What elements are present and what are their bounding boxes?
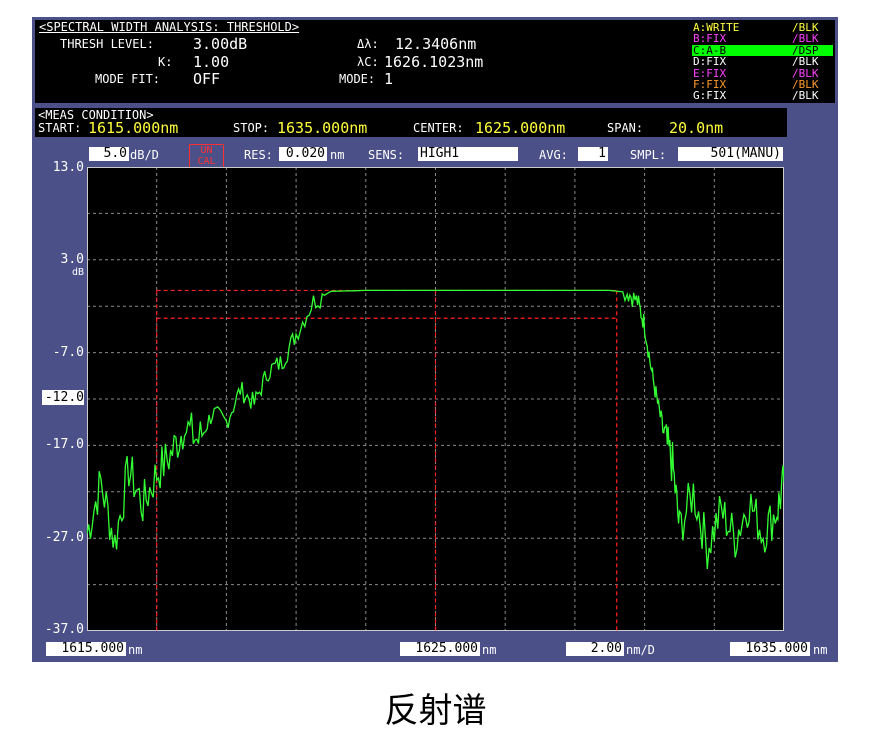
center-label: CENTER: [413, 121, 464, 135]
y-tick-minus7: -7.0 [52, 345, 84, 360]
trace-row[interactable]: E:FIX/BLK [692, 68, 833, 79]
res-unit: nm [330, 148, 345, 162]
k-label: K: [158, 55, 173, 69]
y-ref-level[interactable]: -12.0 [42, 390, 84, 405]
trace-state: /BLK [792, 55, 819, 69]
trace-row[interactable]: D:FIX/BLK [692, 56, 833, 67]
scale-unit: dB/D [130, 148, 159, 162]
mode-label: MODE: [339, 72, 376, 86]
center-value: 1625.000nm [475, 119, 566, 137]
mode-fit-value: OFF [193, 70, 221, 88]
trace-row[interactable]: B:FIX/BLK [692, 33, 833, 44]
spectrum-plot [87, 167, 784, 631]
y-tick-minus37: -37.0 [44, 622, 84, 637]
x-div-field[interactable]: 2.00 [566, 642, 624, 656]
x-center-unit: nm [482, 643, 497, 657]
k-value: 1.00 [193, 53, 230, 71]
span-label: SPAN: [607, 121, 644, 135]
uncal-line1: UN [200, 145, 213, 156]
trace-row[interactable]: A:WRITE/BLK [692, 22, 833, 33]
start-value: 1615.000nm [88, 119, 179, 137]
x-start-field[interactable]: 1615.000 [46, 642, 126, 656]
delta-lambda-value: 12.3406nm [395, 35, 477, 53]
mode-fit-label: MODE FIT: [95, 72, 161, 86]
x-stop-field[interactable]: 1635.000 [730, 642, 810, 656]
y-unit: dB [71, 267, 84, 278]
lambda-center-value: 1626.1023nm [384, 53, 484, 71]
sens-field[interactable]: HIGH1 [418, 147, 518, 161]
stop-label: STOP: [233, 121, 270, 135]
instrument-screen: <SPECTRAL WIDTH ANALYSIS: THRESHOLD> THR… [32, 17, 838, 662]
stop-value: 1635.000nm [277, 119, 368, 137]
y-tick-minus17: -17.0 [44, 437, 84, 452]
y-tick-minus27: -27.0 [44, 530, 84, 545]
thresh-value: 3.00dB [193, 35, 248, 53]
figure-caption: 反射谱 [384, 691, 487, 731]
x-stop-unit: nm [813, 643, 828, 657]
uncal-line2: CAL [197, 156, 216, 167]
trace-list: A:WRITE/BLK B:FIX/BLK C:A-B/DSP D:FIX/BLK E:… [690, 20, 835, 103]
x-start-unit: nm [128, 643, 143, 657]
span-value: 20.0nm [669, 119, 724, 137]
thresh-label: THRESH LEVEL: [60, 37, 154, 51]
delta-lambda-label: Δλ: [357, 37, 379, 51]
avg-field[interactable]: 1 [578, 147, 608, 161]
y-tick-3: 3.0 [60, 252, 84, 267]
avg-label: AVG: [539, 148, 568, 162]
start-label: START: [38, 121, 82, 135]
trace-row[interactable]: G:FIX/BLK [692, 90, 833, 101]
trace-row[interactable]: C:A-B/DSP [692, 45, 833, 56]
mode-value: 1 [384, 70, 394, 88]
analysis-panel: <SPECTRAL WIDTH ANALYSIS: THRESHOLD> THR… [35, 20, 690, 103]
smpl-field[interactable]: 501(MANU) [678, 147, 783, 161]
scale-field[interactable]: 5.0 [89, 147, 129, 161]
res-label: RES: [244, 148, 273, 162]
trace-state: /BLK [792, 89, 819, 103]
y-tick-13: 13.0 [52, 160, 84, 175]
trace-name: G:FIX [693, 89, 727, 103]
sens-label: SENS: [368, 148, 405, 162]
res-field[interactable]: 0.020 [279, 147, 327, 161]
analysis-title: <SPECTRAL WIDTH ANALYSIS: THRESHOLD> [39, 20, 300, 34]
meas-condition-bar: <MEAS CONDITION> START: 1615.000nm STOP:… [35, 108, 787, 137]
trace-name: D:FIX [693, 55, 727, 69]
smpl-label: SMPL: [630, 148, 667, 162]
trace-row[interactable]: F:FIX/BLK [692, 79, 833, 90]
x-center-field[interactable]: 1625.000 [400, 642, 480, 656]
x-div-unit: nm/D [626, 643, 655, 657]
lambda-center-label: λC: [357, 55, 379, 69]
